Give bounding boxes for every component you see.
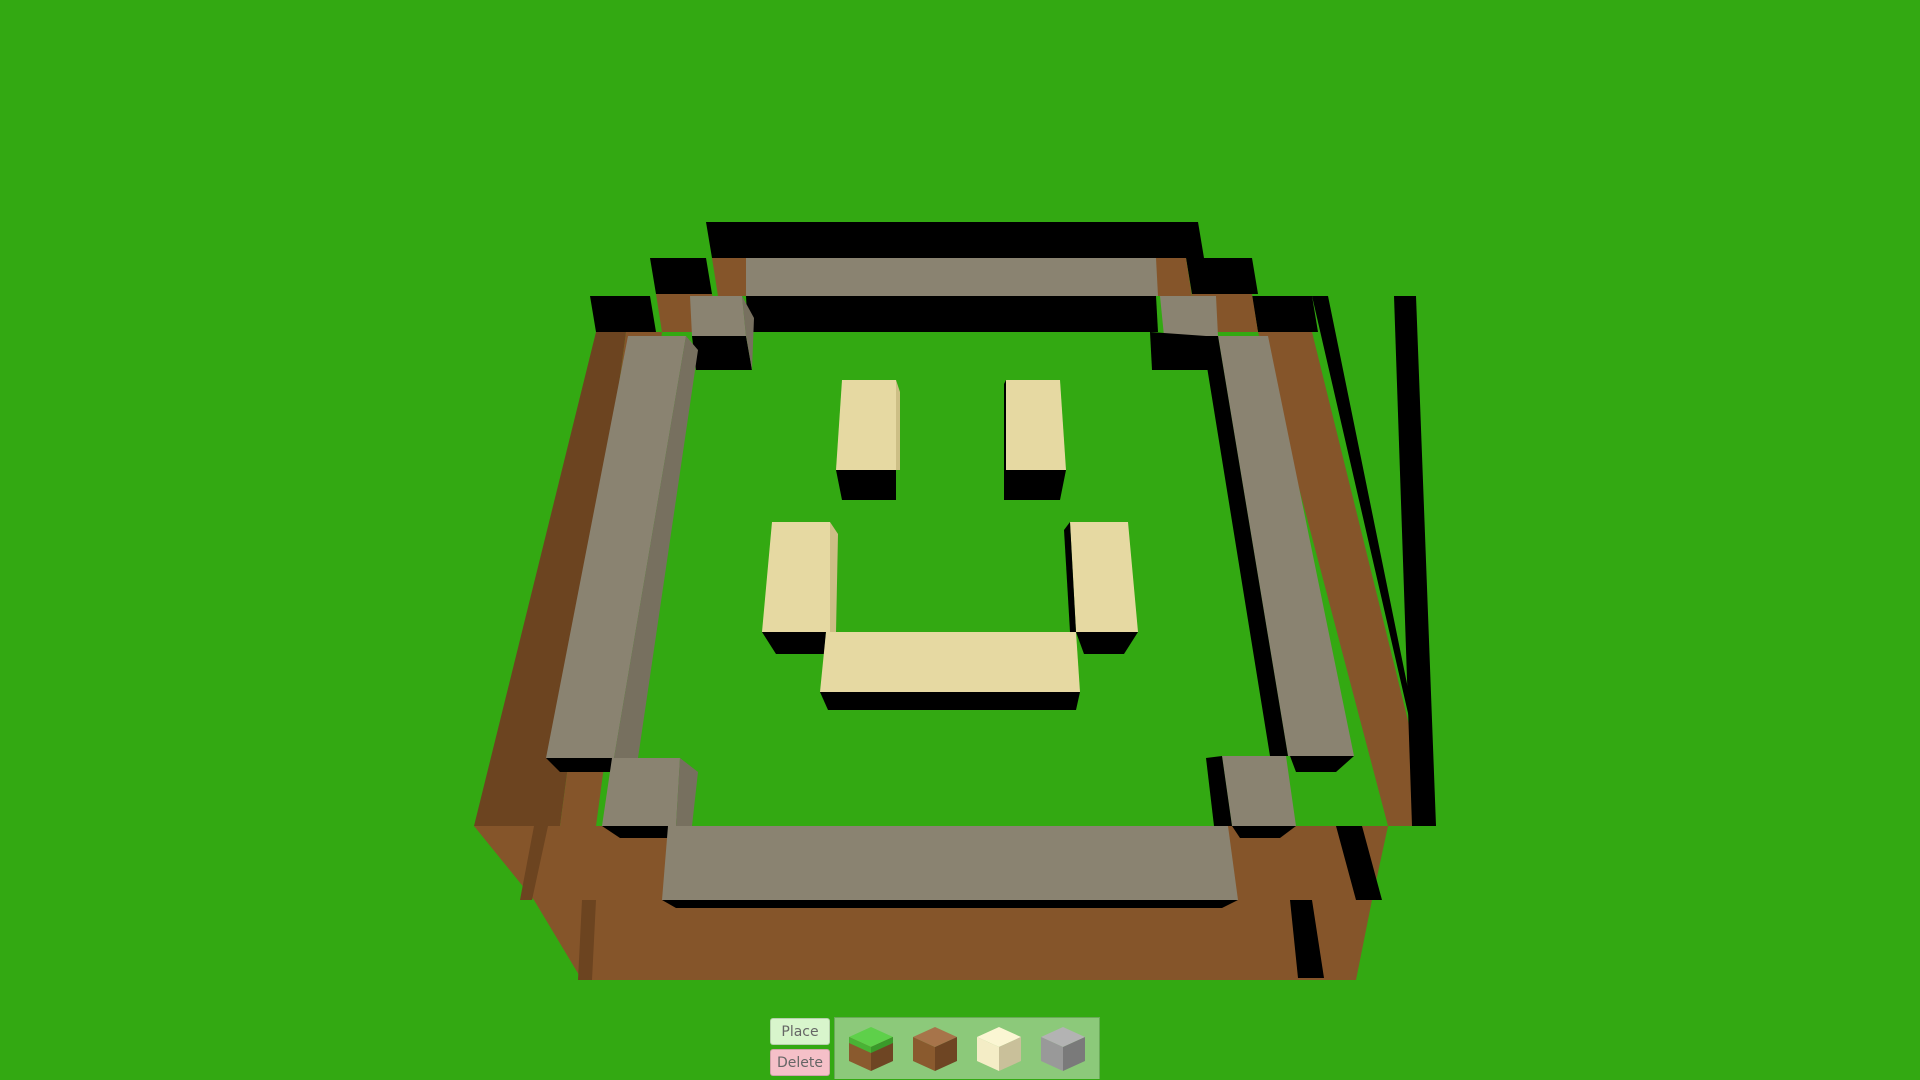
- mode-buttons: Place Delete: [770, 1017, 830, 1080]
- game-viewport[interactable]: [0, 0, 1920, 1080]
- place-button[interactable]: Place: [770, 1018, 830, 1045]
- block-palette: [834, 1017, 1100, 1079]
- sand-eye-right[interactable]: [1004, 380, 1066, 500]
- dirt-block-icon[interactable]: [909, 1023, 961, 1075]
- delete-button[interactable]: Delete: [770, 1049, 830, 1076]
- sand-mouth-bottom[interactable]: [820, 632, 1080, 710]
- block-toolbar: Place Delete: [770, 1017, 1100, 1080]
- sand-block-icon[interactable]: [973, 1023, 1025, 1075]
- grass-block-icon[interactable]: [845, 1023, 897, 1075]
- sand-eye-left[interactable]: [836, 380, 900, 500]
- stone-block-icon[interactable]: [1037, 1023, 1089, 1075]
